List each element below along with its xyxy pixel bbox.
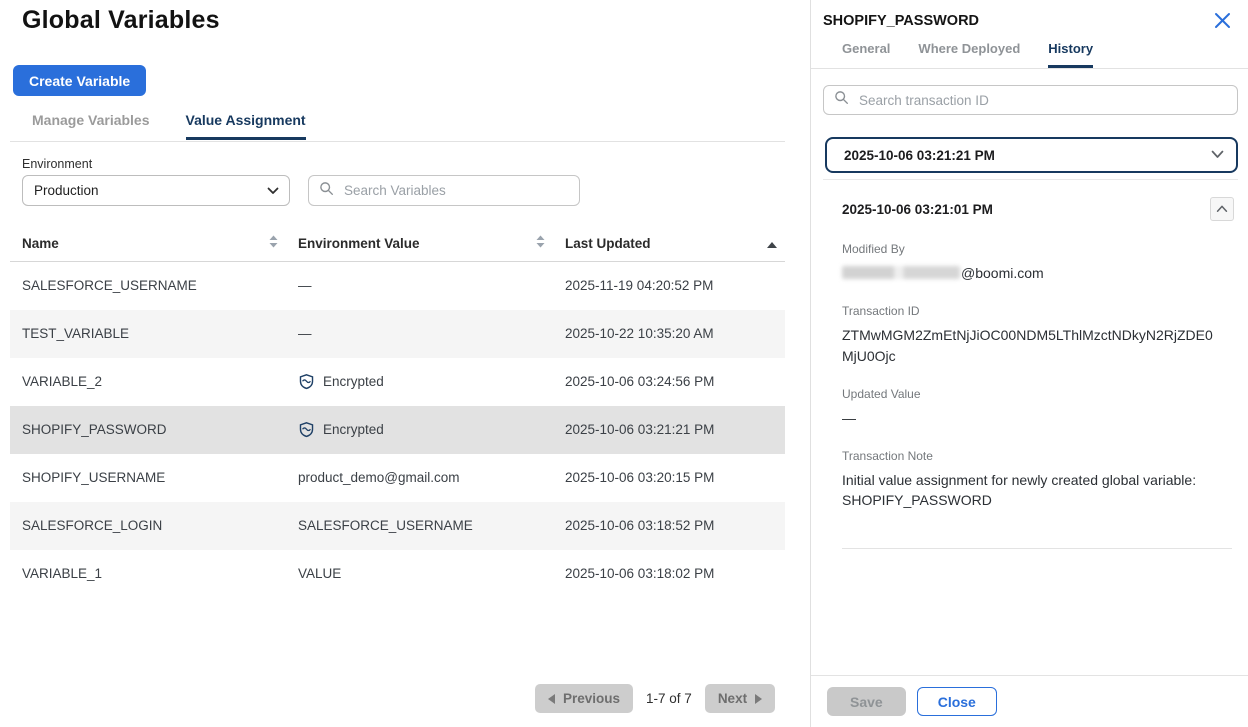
create-variable-button[interactable]: Create Variable bbox=[13, 65, 146, 96]
variable-name-cell: SALESFORCE_LOGIN bbox=[10, 502, 286, 550]
search-transaction-input[interactable] bbox=[857, 92, 1227, 109]
last-updated-cell: 2025-10-06 03:20:15 PM bbox=[553, 454, 785, 502]
environment-value-cell: Encrypted bbox=[286, 406, 553, 454]
search-icon bbox=[834, 90, 849, 110]
last-updated-cell: 2025-11-19 04:20:52 PM bbox=[553, 262, 785, 310]
table-row[interactable]: SHOPIFY_USERNAME product_demo@gmail.com … bbox=[10, 454, 785, 502]
redacted-username bbox=[842, 266, 960, 279]
variables-table: Name Environment Value bbox=[10, 229, 785, 598]
search-variables-box bbox=[308, 175, 580, 206]
sort-ascending-icon bbox=[767, 236, 777, 251]
variable-detail-panel: SHOPIFY_PASSWORD General Where Deployed … bbox=[810, 0, 1248, 727]
last-updated-cell: 2025-10-22 10:35:20 AM bbox=[553, 310, 785, 358]
environment-select[interactable]: Production bbox=[22, 175, 290, 206]
main-tabs: Manage Variables Value Assignment bbox=[32, 112, 306, 140]
updated-value-label: Updated Value bbox=[842, 387, 1222, 401]
variable-name-cell: TEST_VARIABLE bbox=[10, 310, 286, 358]
page-title: Global Variables bbox=[22, 6, 220, 35]
chevron-down-icon bbox=[267, 183, 279, 198]
variable-name-cell: SALESFORCE_USERNAME bbox=[10, 262, 286, 310]
panel-footer: Save Close bbox=[811, 675, 1248, 727]
last-updated-cell: 2025-10-06 03:18:52 PM bbox=[553, 502, 785, 550]
environment-label: Environment bbox=[22, 157, 92, 171]
environment-value-cell: — bbox=[286, 262, 553, 310]
tab-history[interactable]: History bbox=[1048, 41, 1093, 68]
updated-value: — bbox=[842, 408, 1222, 428]
tab-where-deployed[interactable]: Where Deployed bbox=[918, 41, 1020, 68]
save-button[interactable]: Save bbox=[827, 687, 906, 716]
tab-general[interactable]: General bbox=[842, 41, 890, 68]
table-row[interactable]: VARIABLE_1 VALUE 2025-10-06 03:18:02 PM bbox=[10, 550, 785, 598]
environment-value-cell: Encrypted bbox=[286, 358, 553, 406]
modified-by-label: Modified By bbox=[842, 242, 1222, 256]
chevron-up-icon bbox=[1216, 205, 1228, 213]
history-entry-detail: Modified By @boomi.com Transaction ID ZT… bbox=[842, 242, 1222, 511]
last-updated-cell: 2025-10-06 03:24:56 PM bbox=[553, 358, 785, 406]
table-row[interactable]: TEST_VARIABLE — 2025-10-22 10:35:20 AM bbox=[10, 310, 785, 358]
search-variables-input[interactable] bbox=[342, 182, 569, 199]
tabs-divider bbox=[10, 141, 785, 142]
variable-name-cell: SHOPIFY_PASSWORD bbox=[10, 406, 286, 454]
global-variables-pane: Global Variables Create Variable Manage … bbox=[0, 0, 810, 727]
transaction-note-value: Initial value assignment for newly creat… bbox=[842, 470, 1222, 511]
variable-name-cell: SHOPIFY_USERNAME bbox=[10, 454, 286, 502]
panel-title: SHOPIFY_PASSWORD bbox=[823, 13, 979, 29]
variable-name-cell: VARIABLE_1 bbox=[10, 550, 286, 598]
next-page-button[interactable]: Next bbox=[705, 684, 775, 713]
environment-value-cell: VALUE bbox=[286, 550, 553, 598]
last-updated-cell: 2025-10-06 03:21:21 PM bbox=[553, 406, 785, 454]
chevron-down-icon bbox=[1211, 146, 1224, 164]
environment-value-cell: — bbox=[286, 310, 553, 358]
search-transaction-box bbox=[823, 85, 1238, 115]
column-header-last-updated[interactable]: Last Updated bbox=[553, 229, 785, 262]
collapse-entry-button[interactable] bbox=[1210, 197, 1234, 221]
environment-value-cell: SALESFORCE_USERNAME bbox=[286, 502, 553, 550]
table-row[interactable]: SHOPIFY_PASSWORD Encrypted 2025-10-06 03… bbox=[10, 406, 785, 454]
tab-manage-variables[interactable]: Manage Variables bbox=[32, 112, 150, 140]
table-row[interactable]: VARIABLE_2 Encrypted 2025-10-06 03:24:56… bbox=[10, 358, 785, 406]
close-panel-icon[interactable] bbox=[1214, 12, 1231, 29]
environment-selected-value: Production bbox=[34, 183, 99, 198]
environment-value-cell: product_demo@gmail.com bbox=[286, 454, 553, 502]
previous-page-button[interactable]: Previous bbox=[535, 684, 633, 713]
sort-both-icon bbox=[536, 235, 545, 251]
column-header-environment-value[interactable]: Environment Value bbox=[286, 229, 553, 262]
panel-tabs: General Where Deployed History bbox=[842, 41, 1238, 68]
transaction-note-label: Transaction Note bbox=[842, 449, 1222, 463]
encrypted-shield-icon bbox=[298, 421, 315, 438]
search-icon bbox=[319, 181, 334, 201]
tab-value-assignment[interactable]: Value Assignment bbox=[186, 112, 306, 140]
table-row[interactable]: SALESFORCE_LOGIN SALESFORCE_USERNAME 202… bbox=[10, 502, 785, 550]
detail-divider bbox=[842, 548, 1232, 549]
history-entry-expanded-header: 2025-10-06 03:21:01 PM bbox=[842, 197, 1234, 221]
table-row[interactable]: SALESFORCE_USERNAME — 2025-11-19 04:20:5… bbox=[10, 262, 785, 310]
pagination: Previous 1-7 of 7 Next bbox=[535, 684, 775, 713]
modified-by-value: @boomi.com bbox=[842, 263, 1222, 283]
previous-arrow-icon bbox=[548, 694, 555, 704]
encrypted-shield-icon bbox=[298, 373, 315, 390]
close-button[interactable]: Close bbox=[917, 687, 997, 716]
history-entry-collapsed[interactable]: 2025-10-06 03:21:21 PM bbox=[825, 137, 1238, 173]
column-header-name[interactable]: Name bbox=[10, 229, 286, 262]
transaction-id-label: Transaction ID bbox=[842, 304, 1222, 318]
variable-name-cell: VARIABLE_2 bbox=[10, 358, 286, 406]
next-arrow-icon bbox=[755, 694, 762, 704]
last-updated-cell: 2025-10-06 03:18:02 PM bbox=[553, 550, 785, 598]
sort-both-icon bbox=[269, 235, 278, 251]
pagination-range: 1-7 of 7 bbox=[646, 691, 692, 706]
transaction-id-value: ZTMwMGM2ZmEtNjJiOC00NDM5LThlMzctNDkyN2Rj… bbox=[842, 325, 1222, 366]
entry-divider bbox=[823, 179, 1238, 180]
